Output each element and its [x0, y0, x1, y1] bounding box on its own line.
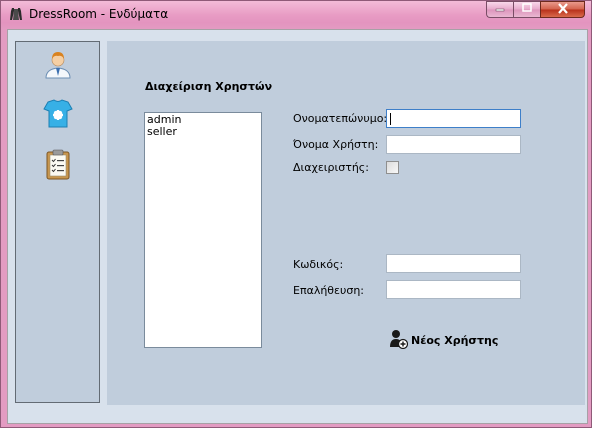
add-user-icon [390, 329, 409, 352]
sidebar-item-clothes[interactable] [42, 97, 74, 129]
minimize-icon [495, 3, 505, 16]
users-list[interactable]: admin seller [144, 112, 262, 348]
window-title: DressRoom - Ενδύματα [29, 7, 169, 21]
confirm-password-field[interactable] [386, 280, 521, 299]
password-field[interactable] [386, 254, 521, 273]
username-field[interactable] [386, 135, 521, 154]
user-management-panel: Διαχείριση Χρηστών admin seller Ονοματεπ… [107, 41, 585, 405]
confirm-password-label: Επαλήθευση: [293, 284, 364, 297]
close-button[interactable] [540, 1, 585, 18]
sidebar-item-orders[interactable] [42, 148, 74, 180]
user-icon [42, 52, 74, 83]
minimize-button[interactable] [486, 1, 513, 18]
client-area: Διαχείριση Χρηστών admin seller Ονοματεπ… [7, 29, 588, 424]
maximize-button[interactable] [513, 1, 540, 18]
dress-app-icon [9, 7, 23, 21]
new-user-label: Νέος Χρήστης [411, 333, 499, 347]
section-title: Διαχείριση Χρηστών [145, 80, 273, 93]
tshirt-icon [42, 99, 74, 132]
maximize-icon [522, 3, 532, 16]
sidebar-item-users[interactable] [42, 48, 74, 80]
close-icon [557, 2, 569, 17]
fullname-field[interactable] [386, 109, 521, 128]
admin-checkbox[interactable] [386, 161, 399, 174]
sidebar [15, 41, 100, 403]
new-user-button[interactable]: Νέος Χρήστης [390, 329, 498, 351]
password-label: Κωδικός: [293, 258, 344, 271]
caption-buttons [486, 1, 585, 19]
app-window: DressRoom - Ενδύματα Διαχείριση Χρηστών … [0, 0, 592, 428]
fullname-label: Ονοματεπώνυμο: [293, 112, 388, 125]
clipboard-icon [42, 149, 74, 183]
list-item[interactable]: seller [147, 126, 259, 138]
title-bar[interactable]: DressRoom - Ενδύματα [1, 1, 591, 27]
username-label: Όνομα Χρήστη: [293, 138, 379, 151]
admin-label: Διαχειριστής: [293, 161, 369, 174]
text-caret [390, 113, 391, 125]
